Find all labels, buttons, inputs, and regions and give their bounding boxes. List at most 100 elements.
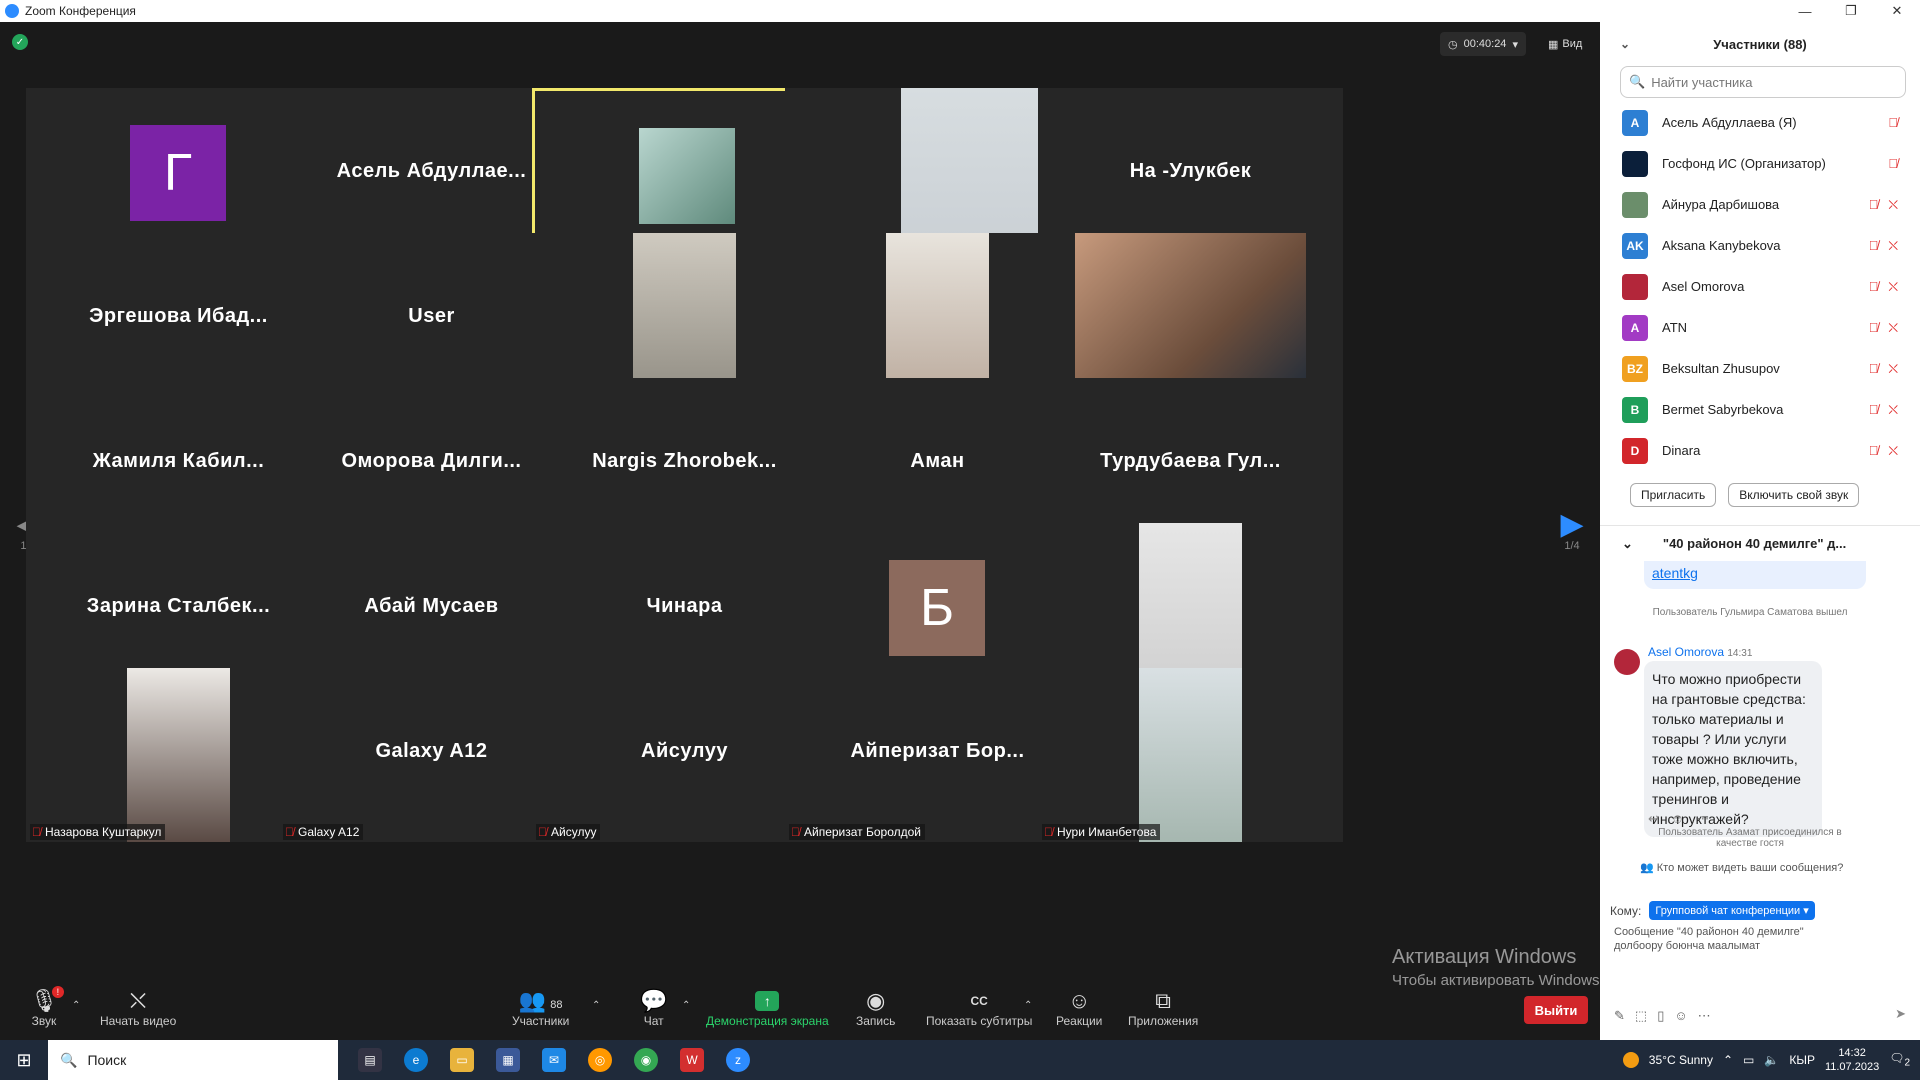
more-icon[interactable]: ⋯ — [1696, 811, 1709, 827]
send-icon[interactable]: ➤ — [1895, 1006, 1906, 1022]
weather-text[interactable]: 35°C Sunny — [1649, 1053, 1713, 1067]
volume-icon[interactable]: 🔈 — [1764, 1053, 1779, 1067]
security-shield-icon[interactable]: ✓ — [12, 34, 28, 50]
language-indicator[interactable]: КЫР — [1789, 1053, 1815, 1067]
apps-icon: ⧉ — [1155, 988, 1171, 1014]
system-message-left: Пользователь Гульмира Саматова вышел — [1600, 607, 1900, 618]
participants-header: ⌄ Участники (88) — [1600, 22, 1920, 66]
apps-button[interactable]: ⧉ Приложения — [1128, 988, 1198, 1028]
participant-name-label: 🎙̸Назарова Куштаркул — [30, 824, 165, 840]
network-icon[interactable]: ▭ — [1743, 1053, 1754, 1067]
taskbar-search[interactable]: 🔍 Поиск — [48, 1040, 338, 1080]
reactions-button[interactable]: ☺ Реакции — [1056, 988, 1102, 1028]
tray-chevron-icon[interactable]: ⌃ — [1723, 1053, 1733, 1067]
mic-muted-icon: 🎙̸ — [1869, 279, 1879, 295]
avatar — [1622, 151, 1648, 177]
reply-icon[interactable]: ↩ — [1648, 811, 1659, 827]
participant-row[interactable]: Госфонд ИС (Организатор)🎙̸ — [1600, 143, 1920, 184]
participants-button[interactable]: 👥88 Участники — [512, 988, 569, 1028]
captions-button[interactable]: CC Показать субтитры — [926, 988, 1032, 1028]
format-icon[interactable]: ✎ — [1614, 1008, 1625, 1036]
zoom-taskbar-icon[interactable]: z — [726, 1048, 750, 1072]
participants-options-chevron[interactable]: ⌃ — [592, 1000, 600, 1011]
mic-muted-icon: 🎙̸ — [1869, 320, 1879, 336]
emoji-icon[interactable]: ☺ — [1674, 1008, 1687, 1036]
chat-link[interactable]: atentkg — [1644, 561, 1866, 589]
captions-options-chevron[interactable]: ⌃ — [1024, 1000, 1032, 1011]
recipient-dropdown[interactable]: Групповой чат конференции ▾ — [1649, 901, 1814, 920]
mail-icon[interactable]: ✉ — [542, 1048, 566, 1072]
restore-button[interactable]: ❐ — [1828, 0, 1874, 22]
wps-icon[interactable]: W — [680, 1048, 704, 1072]
participant-row[interactable]: AATN🎙̸⛌ — [1600, 307, 1920, 348]
share-screen-button[interactable]: ↑ Демонстрация экрана — [706, 988, 829, 1028]
chat-collapse-chevron-icon[interactable]: ⌄ — [1622, 536, 1633, 552]
cc-icon: CC — [971, 988, 988, 1014]
meeting-timer[interactable]: ◷ 00:40:24 ▾ — [1440, 32, 1526, 56]
browser-icon[interactable]: ◎ — [588, 1048, 612, 1072]
video-off-icon: ⛌ — [1888, 238, 1898, 254]
avatar: A — [1622, 110, 1648, 136]
participant-row[interactable]: Айнура Дарбишова🎙̸⛌ — [1600, 184, 1920, 225]
system-message-joined: Пользователь Азамат присоединился в каче… — [1600, 827, 1900, 849]
participant-list-name: Beksultan Zhusupov — [1662, 361, 1780, 376]
participant-row[interactable]: Asel Omorova🎙̸⛌ — [1600, 266, 1920, 307]
start-video-button[interactable]: ⛌ Начать видео — [100, 988, 176, 1028]
participant-name: Айсулуу — [551, 825, 596, 839]
participant-search-input[interactable]: 🔍 Найти участника — [1620, 66, 1906, 98]
avatar: B — [1622, 397, 1648, 423]
leave-button[interactable]: Выйти — [1524, 996, 1588, 1024]
chat-input-tools: ✎ ⬚ ▯ ☺ ⋯ — [1614, 1008, 1711, 1036]
chat-button[interactable]: 💬 Чат — [640, 988, 667, 1028]
collapse-chevron-icon[interactable]: ⌄ — [1620, 37, 1630, 51]
start-icon[interactable]: ⊞ — [0, 1050, 48, 1071]
participant-name-label: 🎙̸Galaxy A12 — [283, 824, 363, 840]
participant-name-label: 🎙̸ Айсулуу — [536, 824, 600, 840]
video-off-icon: ⛌ — [1888, 361, 1898, 377]
record-button[interactable]: ◉ Запись — [856, 988, 895, 1028]
unmute-self-button[interactable]: Включить свой звук — [1728, 483, 1859, 507]
avatar: AK — [1622, 233, 1648, 259]
participant-row[interactable]: AKAksana Kanybekova🎙̸⛌ — [1600, 225, 1920, 266]
avatar — [1622, 274, 1648, 300]
participant-row[interactable]: AАсель Абдуллаева (Я)🎙̸ — [1600, 102, 1920, 143]
minimize-button[interactable]: — — [1782, 0, 1828, 22]
video-off-icon: ⛌ — [1888, 279, 1898, 295]
mic-muted-icon: 🎙̸ — [538, 825, 547, 839]
close-button[interactable]: ✕ — [1874, 0, 1920, 22]
participant-row[interactable]: DDinara🎙̸⛌ — [1600, 430, 1920, 471]
explorer-icon[interactable]: ▭ — [450, 1048, 474, 1072]
message-sender: Asel Omorova 14:31 — [1648, 645, 1752, 659]
taskbar-clock[interactable]: 14:32 11.07.2023 — [1825, 1046, 1879, 1074]
chrome-icon[interactable]: ◉ — [634, 1048, 658, 1072]
participant-video — [1139, 668, 1243, 842]
participant-display-name: На -Улукбек — [1038, 160, 1343, 183]
task-view-icon[interactable]: ▤ — [358, 1048, 382, 1072]
view-button[interactable]: ▦ Вид — [1548, 32, 1582, 56]
next-page-button[interactable]: ▶ 1/4 — [1552, 486, 1592, 576]
participant-row[interactable]: BZBeksultan Zhusupov🎙̸⛌ — [1600, 348, 1920, 389]
video-tile[interactable]: 🎙̸Нури Иманбетова — [1038, 668, 1343, 842]
who-can-see-link[interactable]: 👥 Кто может видеть ваши сообщения? — [1640, 861, 1843, 874]
file-icon[interactable]: ▯ — [1657, 1008, 1664, 1036]
audio-options-chevron[interactable]: ⌃ — [72, 1000, 80, 1011]
mic-muted-icon: 🎙̸ — [791, 825, 800, 839]
participant-list-name: Айнура Дарбишова — [1662, 197, 1779, 212]
mic-muted-icon: 🎙̸ — [1869, 361, 1879, 377]
notifications-icon[interactable]: 🗨2 — [1889, 1051, 1910, 1068]
more-icon[interactable]: ⋯ — [1698, 1008, 1711, 1036]
mic-muted-icon: 🎙̸ — [32, 825, 41, 839]
arrow-right-icon: ▶ — [1560, 510, 1583, 540]
invite-button[interactable]: Пригласить — [1630, 483, 1716, 507]
store-icon[interactable]: ▦ — [496, 1048, 520, 1072]
chat-input[interactable]: Сообщение "40 районон 40 демилге" долбоо… — [1614, 925, 1804, 953]
edge-icon[interactable]: e — [404, 1048, 428, 1072]
meeting-area: ✓ ◷ 00:40:24 ▾ ▦ Вид ◀ 1/4 ▶ 1/4 Г🎙̸Гулд… — [0, 22, 1600, 980]
audio-button[interactable]: 🎙! Звук — [30, 988, 58, 1028]
video-off-icon: ⛌ — [1888, 402, 1898, 418]
participant-row[interactable]: BBermet Sabyrbekova🎙̸⛌ — [1600, 389, 1920, 430]
screenshot-icon[interactable]: ⬚ — [1635, 1008, 1647, 1036]
add-reaction-icon[interactable]: ☺ — [1671, 811, 1684, 827]
chat-options-chevron[interactable]: ⌃ — [682, 1000, 690, 1011]
search-icon: 🔍 — [1629, 74, 1645, 90]
